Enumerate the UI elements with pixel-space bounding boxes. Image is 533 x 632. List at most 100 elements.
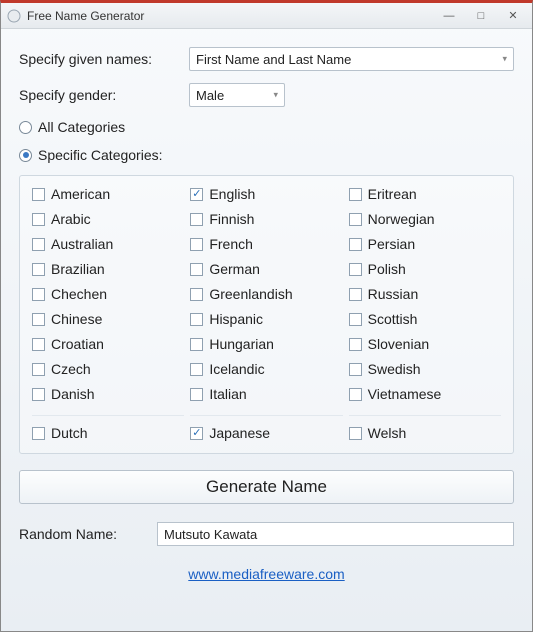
random-name-value: Mutsuto Kawata — [164, 527, 257, 542]
category-checkbox[interactable]: Norwegian — [349, 211, 501, 227]
category-checkbox[interactable]: American — [32, 186, 184, 202]
category-checkbox[interactable]: ✓Japanese — [190, 415, 342, 441]
category-label: Vietnamese — [368, 386, 442, 402]
checkbox-icon — [349, 238, 362, 251]
category-label: Japanese — [209, 425, 270, 441]
checkbox-icon — [32, 388, 45, 401]
checkbox-icon — [32, 313, 45, 326]
checkbox-icon — [32, 188, 45, 201]
category-checkbox[interactable]: Finnish — [190, 211, 342, 227]
checkbox-icon — [32, 213, 45, 226]
checkbox-icon — [349, 188, 362, 201]
category-checkbox[interactable]: Eritrean — [349, 186, 501, 202]
category-checkbox[interactable]: Greenlandish — [190, 286, 342, 302]
checkbox-icon — [349, 263, 362, 276]
category-label: Finnish — [209, 211, 254, 227]
category-checkbox[interactable]: Czech — [32, 361, 184, 377]
chevron-down-icon: ▾ — [273, 90, 278, 101]
category-checkbox[interactable]: Hungarian — [190, 336, 342, 352]
given-names-select[interactable]: First Name and Last Name ▾ — [189, 47, 514, 71]
category-label: Icelandic — [209, 361, 264, 377]
category-label: Russian — [368, 286, 419, 302]
category-checkbox[interactable]: Swedish — [349, 361, 501, 377]
checkbox-icon — [32, 288, 45, 301]
category-checkbox[interactable]: Chechen — [32, 286, 184, 302]
footer: www.mediafreeware.com — [19, 558, 514, 592]
category-checkbox[interactable]: Scottish — [349, 311, 501, 327]
given-names-label: Specify given names: — [19, 51, 179, 67]
category-checkbox[interactable]: Chinese — [32, 311, 184, 327]
gender-label: Specify gender: — [19, 87, 179, 103]
all-categories-label: All Categories — [38, 119, 125, 135]
category-checkbox[interactable]: ✓ English — [190, 186, 342, 202]
categories-panel: American ✓ English Eritrean Arabic Finnish Nor… — [19, 175, 514, 454]
checkbox-icon — [349, 288, 362, 301]
checkbox-icon — [190, 313, 203, 326]
category-label: German — [209, 261, 260, 277]
generate-button[interactable]: Generate Name — [19, 470, 514, 504]
checkbox-icon — [349, 313, 362, 326]
all-categories-option[interactable]: All Categories — [19, 119, 514, 135]
checkbox-icon — [190, 388, 203, 401]
category-checkbox[interactable]: Croatian — [32, 336, 184, 352]
category-checkbox[interactable]: Russian — [349, 286, 501, 302]
checkbox-icon — [190, 338, 203, 351]
chevron-down-icon: ▾ — [502, 54, 507, 65]
category-checkbox[interactable]: Hispanic — [190, 311, 342, 327]
close-button[interactable]: ✕ — [500, 7, 526, 25]
category-label: Slovenian — [368, 336, 430, 352]
category-checkbox[interactable]: Italian — [190, 386, 342, 402]
category-checkbox[interactable]: Danish — [32, 386, 184, 402]
category-checkbox[interactable]: Polish — [349, 261, 501, 277]
checkbox-icon — [349, 213, 362, 226]
titlebar: Free Name Generator — □ ✕ — [1, 3, 532, 29]
category-checkbox[interactable]: French — [190, 236, 342, 252]
category-label: Swedish — [368, 361, 421, 377]
category-checkbox[interactable]: Slovenian — [349, 336, 501, 352]
category-label: French — [209, 236, 253, 252]
category-checkbox[interactable]: Persian — [349, 236, 501, 252]
window-title: Free Name Generator — [27, 9, 430, 23]
category-checkbox[interactable]: Dutch — [32, 415, 184, 441]
category-label: Welsh — [368, 425, 407, 441]
gender-row: Specify gender: Male ▾ — [19, 83, 514, 107]
checkbox-icon — [32, 338, 45, 351]
category-checkbox[interactable]: Icelandic — [190, 361, 342, 377]
category-checkbox[interactable]: Australian — [32, 236, 184, 252]
checkbox-icon — [349, 427, 362, 440]
given-names-row: Specify given names: First Name and Last… — [19, 47, 514, 71]
category-label: English — [209, 186, 255, 202]
checkbox-icon — [32, 363, 45, 376]
checkbox-icon: ✓ — [190, 188, 203, 201]
radio-icon — [19, 149, 32, 162]
category-checkbox[interactable]: Brazilian — [32, 261, 184, 277]
category-checkbox[interactable]: Welsh — [349, 415, 501, 441]
gender-value: Male — [196, 88, 224, 103]
category-checkbox[interactable]: Vietnamese — [349, 386, 501, 402]
result-row: Random Name: Mutsuto Kawata — [19, 522, 514, 546]
gender-select[interactable]: Male ▾ — [189, 83, 285, 107]
random-name-field[interactable]: Mutsuto Kawata — [157, 522, 514, 546]
category-label: Brazilian — [51, 261, 105, 277]
category-label: Italian — [209, 386, 246, 402]
category-label: Greenlandish — [209, 286, 292, 302]
given-names-value: First Name and Last Name — [196, 52, 351, 67]
category-label: Australian — [51, 236, 113, 252]
category-label: Danish — [51, 386, 95, 402]
checkbox-icon — [32, 238, 45, 251]
checkbox-icon — [32, 263, 45, 276]
category-checkbox[interactable]: Arabic — [32, 211, 184, 227]
content-area: Specify given names: First Name and Last… — [1, 29, 532, 631]
footer-link[interactable]: www.mediafreeware.com — [188, 566, 344, 582]
checkbox-icon — [190, 213, 203, 226]
specific-categories-option[interactable]: Specific Categories: — [19, 147, 514, 163]
minimize-button[interactable]: — — [436, 7, 462, 25]
category-label: Croatian — [51, 336, 104, 352]
checkbox-icon — [190, 288, 203, 301]
category-label: Hispanic — [209, 311, 263, 327]
checkbox-icon — [190, 263, 203, 276]
category-label: Czech — [51, 361, 91, 377]
category-checkbox[interactable]: German — [190, 261, 342, 277]
maximize-button[interactable]: □ — [468, 7, 494, 25]
category-label: American — [51, 186, 110, 202]
